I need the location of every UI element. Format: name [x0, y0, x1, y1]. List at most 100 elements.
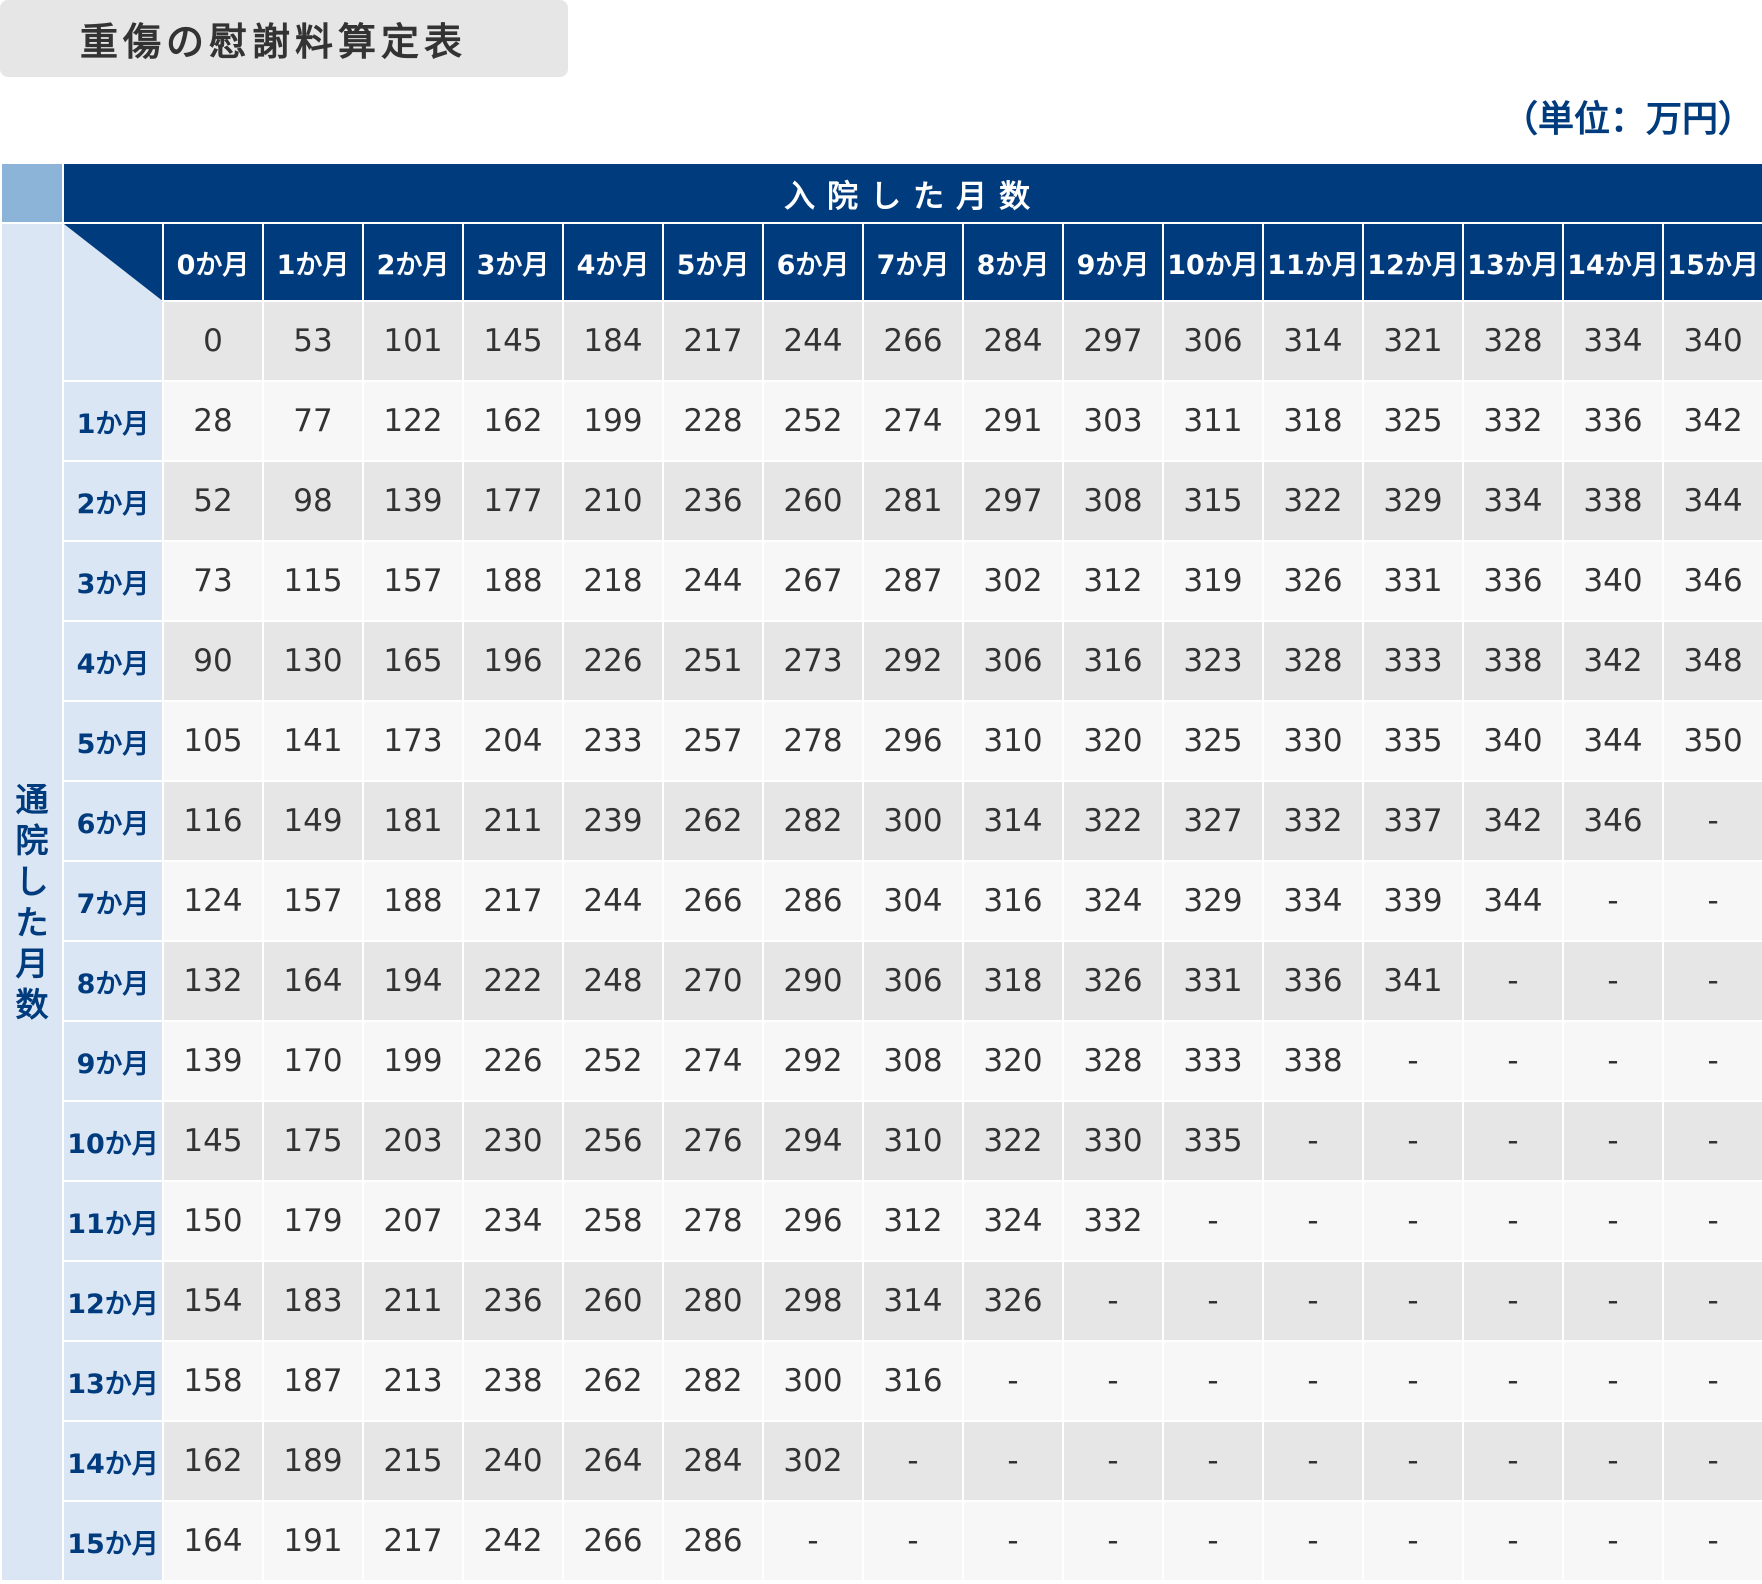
- table-cell: 199: [562, 380, 664, 462]
- column-header: 5か月: [662, 222, 764, 302]
- table-cell: 162: [462, 380, 564, 462]
- table-row: 12か月 154 183 211 236 260 280 298 314 326- - - - - - -: [1, 1260, 1762, 1342]
- table-row: 4か月 90 130 165 196 226 251 273 292 306 316 323 328 33…: [1, 620, 1762, 702]
- table-cell: 342: [1661, 380, 1762, 462]
- table-cell: 320: [1062, 700, 1164, 782]
- table-cell: -: [1661, 1100, 1762, 1182]
- table-cell: 228: [662, 380, 764, 462]
- table-cell: 101: [362, 300, 464, 382]
- column-header: 11か月: [1262, 222, 1364, 302]
- column-header: 0か月: [162, 222, 264, 302]
- table-cell: 334: [1262, 860, 1364, 942]
- row-header: 7か月: [62, 860, 164, 942]
- table-row: 2か月 52 98 139 177 210 236 260 281 297 308 315 322 329…: [1, 460, 1762, 542]
- table-cell: 331: [1162, 940, 1264, 1022]
- column-header-row: 通院した月数 0か月 1か月 2か月 3か月 4か月 5か月 6か月 7か月 8か月 9か月 10か…: [0, 222, 1762, 1582]
- table-cell: 0: [162, 300, 264, 382]
- table-cell: 252: [762, 380, 864, 462]
- table-cell: 306: [962, 620, 1064, 702]
- side-header-char: 通: [15, 780, 49, 819]
- table-cell: 300: [862, 780, 964, 862]
- table-cell: 325: [1362, 380, 1464, 462]
- table-cell: -: [1362, 1260, 1464, 1342]
- table-cell: -: [1262, 1100, 1364, 1182]
- table-cell: -: [1262, 1420, 1364, 1502]
- table-cell: 189: [262, 1420, 364, 1502]
- table-cell: 116: [162, 780, 264, 862]
- table-cell: 270: [662, 940, 764, 1022]
- table-cell: 199: [362, 1020, 464, 1102]
- table-cell: 278: [762, 700, 864, 782]
- table-cell: 139: [362, 460, 464, 542]
- diagonal-corner-cell: [62, 222, 164, 302]
- table-cell: 318: [962, 940, 1064, 1022]
- table-cell: 314: [962, 780, 1064, 862]
- table-cell: 52: [162, 460, 264, 542]
- table-cell: 260: [762, 460, 864, 542]
- table-cell: 248: [562, 940, 664, 1022]
- table-row: 3か月 73 115 157 188 218 244 267 287 302 312 319 326 33…: [1, 540, 1762, 622]
- table-cell: -: [1562, 1260, 1664, 1342]
- table-cell: 316: [862, 1340, 964, 1422]
- column-header: 7か月: [862, 222, 964, 302]
- table-cell: 314: [1262, 300, 1364, 382]
- table-cell: 336: [1462, 540, 1564, 622]
- table-cell: 188: [462, 540, 564, 622]
- table-cell: 230: [462, 1100, 564, 1182]
- table-cell: 233: [562, 700, 664, 782]
- table-cell: 328: [1262, 620, 1364, 702]
- table-row: 15か月 164 191 217 242 266 286- - - - - - - - - -: [1, 1500, 1762, 1582]
- table-cell: -: [1362, 1020, 1464, 1102]
- table-cell: 334: [1462, 460, 1564, 542]
- table-cell: 323: [1162, 620, 1264, 702]
- table-cell: 302: [962, 540, 1064, 622]
- table-cell: 130: [262, 620, 364, 702]
- table-cell: 244: [762, 300, 864, 382]
- table-cell: 319: [1162, 540, 1264, 622]
- table-cell: -: [1062, 1500, 1164, 1582]
- row-header: 15か月: [62, 1500, 164, 1582]
- column-header: 2か月: [362, 222, 464, 302]
- table-cell: 165: [362, 620, 464, 702]
- table-cell: 278: [662, 1180, 764, 1262]
- table-cell: 334: [1562, 300, 1664, 382]
- table-cell: 297: [1062, 300, 1164, 382]
- column-header: 9か月: [1062, 222, 1164, 302]
- table-cell: 173: [362, 700, 464, 782]
- table-cell: -: [1562, 1340, 1664, 1422]
- table-cell: 294: [762, 1100, 864, 1182]
- column-header: 8か月: [962, 222, 1064, 302]
- table-cell: 342: [1462, 780, 1564, 862]
- table-cell: -: [1462, 1180, 1564, 1262]
- table-cell: 170: [262, 1020, 364, 1102]
- table-cell: 310: [962, 700, 1064, 782]
- table-cell: 141: [262, 700, 364, 782]
- table-cell: 115: [262, 540, 364, 622]
- table-cell: 346: [1562, 780, 1664, 862]
- table-cell: 306: [862, 940, 964, 1022]
- table-cell: -: [1162, 1260, 1264, 1342]
- table-cell: 322: [1262, 460, 1364, 542]
- table-row: 10か月 145 175 203 230 256 276 294 310 322 330 335- - -…: [1, 1100, 1762, 1182]
- table-cell: 329: [1362, 460, 1464, 542]
- side-header-char: し: [15, 862, 49, 901]
- table-cell: 244: [562, 860, 664, 942]
- table-cell: 236: [462, 1260, 564, 1342]
- table-cell: 292: [862, 620, 964, 702]
- table-cell: 213: [362, 1340, 464, 1422]
- outpatient-months-header: 通院した月数: [0, 222, 64, 1582]
- table-cell: -: [1661, 1420, 1762, 1502]
- table-cell: 276: [662, 1100, 764, 1182]
- table-cell: 344: [1462, 860, 1564, 942]
- row-header: 3か月: [62, 540, 164, 622]
- column-header: 4か月: [562, 222, 664, 302]
- table-cell: 322: [962, 1100, 1064, 1182]
- table-cell: 282: [762, 780, 864, 862]
- table-cell: 257: [662, 700, 764, 782]
- row-header: 6か月: [62, 780, 164, 862]
- table-cell: 296: [762, 1180, 864, 1262]
- table-cell: -: [1162, 1180, 1264, 1262]
- table-cell: 122: [362, 380, 464, 462]
- table-cell: 149: [262, 780, 364, 862]
- column-header: 3か月: [462, 222, 564, 302]
